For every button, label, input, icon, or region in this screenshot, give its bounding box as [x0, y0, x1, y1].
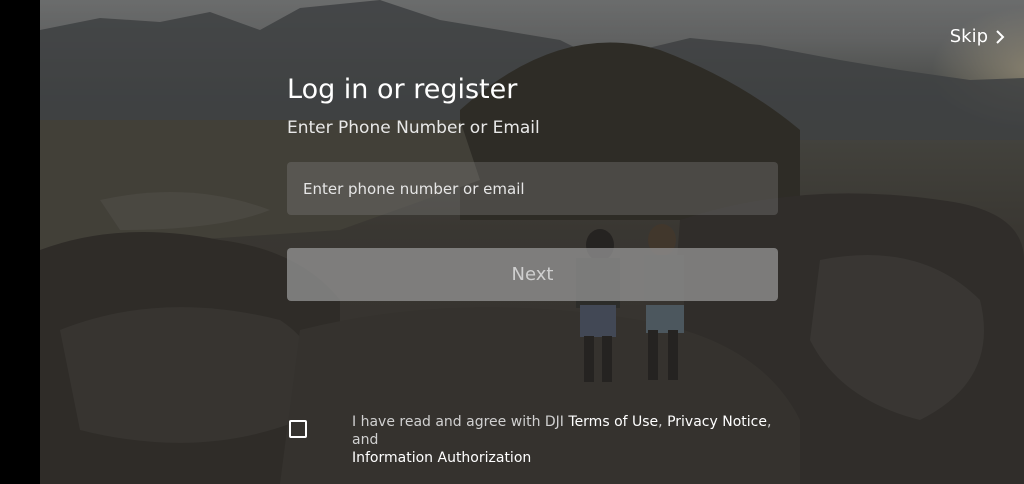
background-dim-overlay — [40, 0, 1024, 484]
page-subtitle: Enter Phone Number or Email — [287, 118, 540, 138]
privacy-notice-link[interactable]: Privacy Notice — [667, 414, 767, 430]
agreement-prefix: I have read and agree with DJI — [352, 414, 569, 430]
left-black-bar — [0, 0, 40, 484]
information-authorization-link[interactable]: Information Authorization — [352, 450, 531, 466]
chevron-right-icon — [996, 29, 1005, 44]
agreement-text: I have read and agree with DJI Terms of … — [352, 413, 792, 467]
skip-button[interactable]: Skip — [950, 26, 1006, 47]
next-button[interactable]: Next — [287, 248, 778, 301]
skip-label: Skip — [949, 26, 988, 47]
agreement-checkbox[interactable] — [289, 420, 307, 438]
terms-of-use-link[interactable]: Terms of Use — [568, 414, 658, 430]
background-landscape-image — [40, 0, 1024, 484]
agreement-separator: , — [658, 414, 668, 430]
page-title: Log in or register — [287, 74, 518, 105]
phone-email-input[interactable] — [287, 162, 778, 215]
